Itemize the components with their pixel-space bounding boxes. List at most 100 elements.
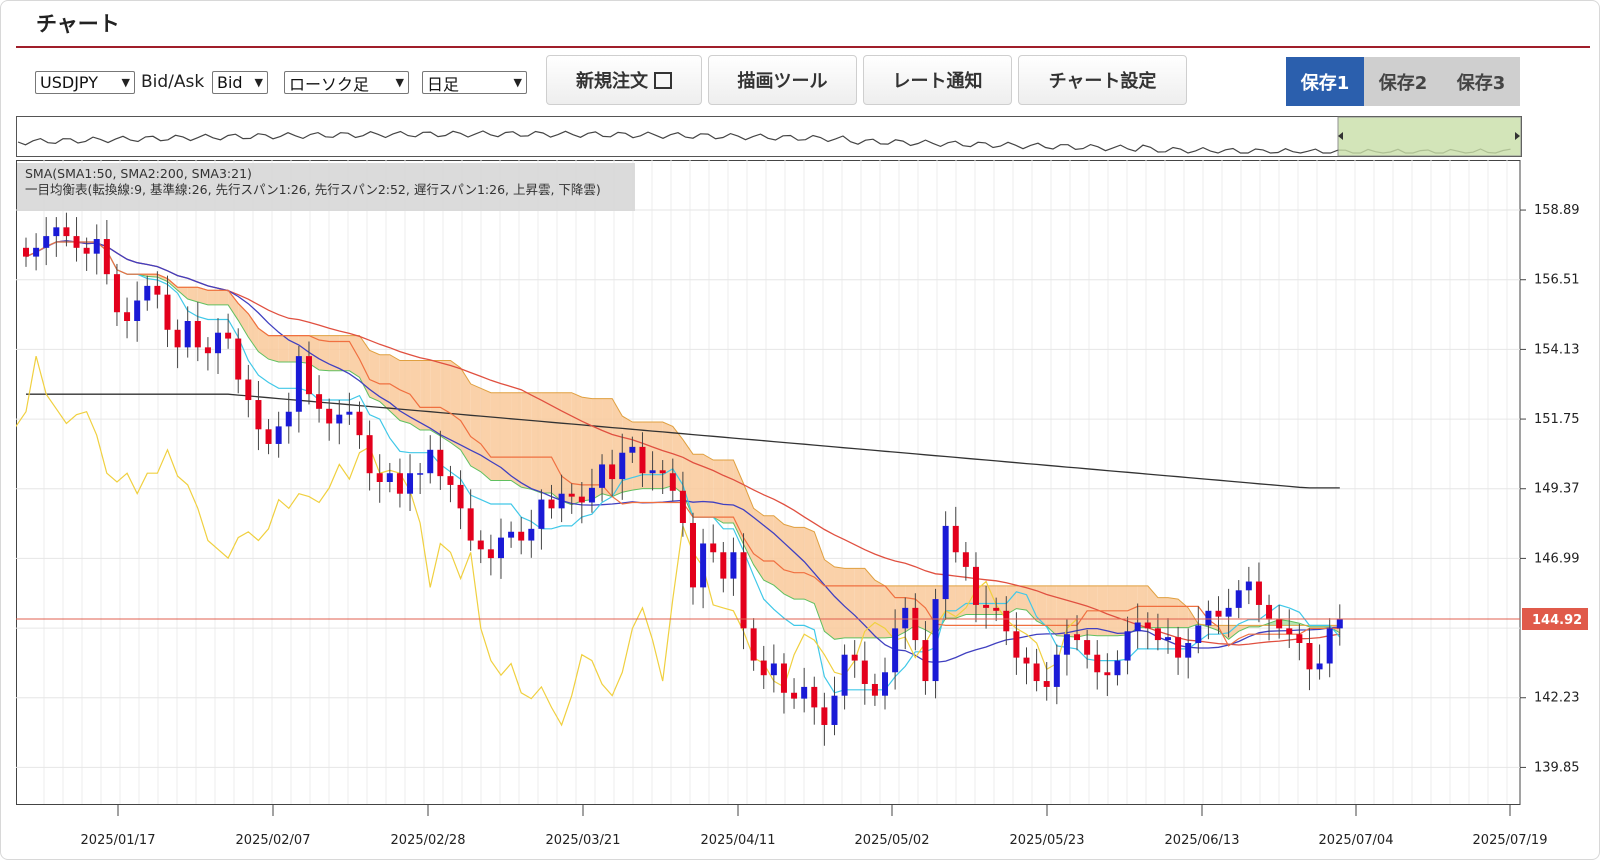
pair-select[interactable]: USDJPY ▼ (35, 71, 135, 94)
candle-body (1326, 628, 1333, 664)
cloud-segment (1157, 597, 1168, 628)
candle-body (1266, 604, 1273, 620)
chevron-down-icon: ▼ (254, 76, 263, 89)
candle-body (184, 321, 191, 348)
candle-body (1023, 657, 1030, 664)
cloud-segment (420, 360, 431, 431)
cloud-segment (1167, 597, 1179, 628)
rate-alert-button[interactable]: レート通知 (863, 55, 1012, 105)
candle-body (265, 429, 272, 444)
new-order-button[interactable]: 新規注文 (546, 55, 702, 105)
cloud-segment (844, 568, 855, 638)
x-tick-label: 2025/05/02 (854, 833, 930, 848)
candle-body (760, 660, 767, 676)
candle-body (487, 549, 494, 559)
y-tick-label: 156.51 (1534, 273, 1580, 288)
save-1-button[interactable]: 保存1 (1286, 57, 1364, 106)
candle-body (1286, 628, 1293, 635)
cloud-segment (541, 392, 552, 493)
candle-body (366, 435, 373, 474)
candle-body (1235, 590, 1242, 608)
drawing-tool-button[interactable]: 描画ツール (708, 55, 857, 105)
candle-body (1134, 622, 1141, 632)
candle-body (538, 499, 545, 529)
candle-body (437, 449, 444, 477)
period-select[interactable]: 日足 ▼ (422, 71, 527, 94)
cloud-segment (268, 335, 279, 362)
candle-body (295, 356, 302, 412)
cloud-segment (773, 515, 784, 594)
cloud-segment (834, 566, 845, 640)
candle-body (23, 247, 29, 257)
cloud-segment (511, 392, 522, 488)
chart-settings-button[interactable]: チャート設定 (1018, 55, 1187, 105)
candle-body (962, 552, 969, 567)
candle-body (518, 531, 525, 541)
y-tick-label: 149.37 (1534, 482, 1580, 497)
candle-body (882, 672, 889, 696)
candle-body (619, 452, 626, 480)
cloud-segment (783, 524, 795, 600)
candle-body (1195, 625, 1202, 643)
candle-body (730, 552, 737, 579)
y-tick-label: 158.89 (1534, 203, 1580, 218)
cloud-segment (521, 392, 532, 490)
page-title: チャート (36, 12, 120, 36)
bidask-select[interactable]: Bid ▼ (212, 71, 268, 94)
cloud-segment (854, 568, 865, 638)
candle-body (53, 227, 60, 237)
chevron-down-icon: ▼ (121, 76, 130, 89)
candle-body (1215, 610, 1222, 617)
candle-body (1336, 618, 1343, 629)
candle-body (225, 332, 232, 339)
cloud-segment (1066, 585, 1078, 638)
candle-body (447, 476, 454, 485)
candle-body (578, 496, 585, 503)
candle-body (194, 321, 201, 348)
candle-body (1063, 634, 1070, 655)
chart-type-select[interactable]: ローソク足 ▼ (284, 71, 409, 94)
candle-body (659, 470, 666, 474)
candle-body (1144, 622, 1151, 629)
current-price-label: 144.92 (1532, 613, 1582, 628)
candle-body (1225, 607, 1232, 617)
candle-body (831, 695, 838, 725)
candle-body (1104, 672, 1111, 676)
x-tick-label: 2025/07/04 (1318, 833, 1394, 848)
candle-body (33, 247, 40, 257)
save-2-button[interactable]: 保存2 (1364, 57, 1442, 106)
cloud-segment (1016, 585, 1027, 611)
candle-body (791, 692, 798, 699)
candle-body (275, 426, 282, 444)
cloud-segment (480, 388, 491, 481)
x-tick-label: 2025/03/21 (545, 833, 621, 848)
cloud-segment (713, 460, 724, 523)
candle-body (93, 239, 100, 254)
bidask-label: Bid/Ask (141, 72, 205, 92)
candle-body (245, 379, 252, 401)
navigator-overview[interactable] (16, 116, 1522, 158)
candle-body (43, 236, 50, 248)
cloud-segment (824, 559, 835, 640)
candle-body (1276, 619, 1283, 629)
candle-body (83, 247, 90, 254)
cloud-segment (490, 392, 501, 481)
indicator-legend-sma: SMA(SMA1:50, SMA2:200, SMA3:21) (25, 166, 252, 181)
candle-body (1094, 654, 1101, 673)
candle-body (1175, 637, 1182, 658)
candle-body (912, 607, 919, 641)
save-3-button[interactable]: 保存3 (1442, 57, 1520, 106)
candle-body (103, 239, 110, 275)
x-tick-label: 2025/04/11 (700, 833, 776, 848)
cloud-segment (874, 580, 886, 638)
candlestick-chart[interactable]: 158.89 156.51 154.13 151.75 149.37 146.99 142.… (16, 160, 1602, 860)
candle-body (983, 604, 990, 608)
candle-body (1124, 631, 1131, 661)
navigator-window[interactable] (1337, 116, 1522, 157)
candle-body (467, 508, 474, 541)
chevron-down-icon: ▼ (395, 76, 404, 89)
candle-body (548, 499, 555, 509)
candle-body (407, 473, 414, 494)
cloud-segment (804, 527, 815, 604)
candle-body (1033, 663, 1040, 682)
